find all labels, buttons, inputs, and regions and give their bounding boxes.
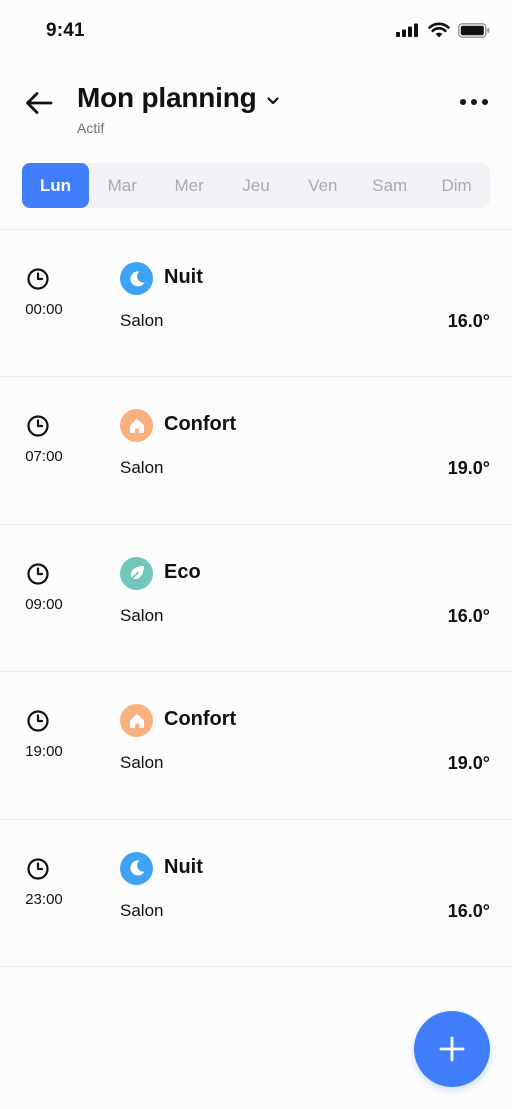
clock-icon	[27, 415, 49, 437]
wifi-icon	[428, 22, 450, 38]
leaf-icon	[120, 556, 153, 590]
day-tab-lun[interactable]: Lun	[22, 163, 89, 208]
back-button[interactable]	[22, 86, 56, 120]
mode-label: Nuit	[164, 855, 203, 878]
cellular-signal-icon	[396, 23, 418, 37]
day-tab-mer[interactable]: Mer	[156, 163, 223, 208]
temperature-value: 16.0°	[447, 605, 490, 626]
home-icon	[120, 409, 153, 443]
schedule-time: 19:00	[25, 743, 63, 761]
add-schedule-button[interactable]	[414, 1011, 490, 1087]
day-tab-dim[interactable]: Dim	[423, 163, 490, 208]
schedule-time: 07:00	[25, 448, 63, 466]
room-label: Salon	[120, 458, 164, 478]
status-icons	[396, 22, 490, 38]
schedule-list: 00:00 Nuit Salon 16.0° 07:00 Confort Sal…	[0, 230, 512, 967]
clock-icon	[27, 268, 49, 290]
schedule-time: 09:00	[25, 595, 63, 613]
mode-label: Confort	[164, 708, 237, 731]
schedule-item[interactable]: 07:00 Confort Salon 19.0°	[0, 377, 512, 525]
mode-label: Eco	[164, 560, 201, 583]
clock-icon	[27, 710, 49, 732]
temperature-value: 19.0°	[447, 753, 490, 774]
day-tab-ven[interactable]: Ven	[289, 163, 356, 208]
clock-icon	[27, 563, 49, 585]
schedule-time: 23:00	[25, 890, 63, 908]
page-title: Mon planning	[77, 82, 257, 113]
more-dot-icon	[482, 99, 488, 105]
arrow-left-icon	[26, 92, 53, 114]
schedule-item[interactable]: 00:00 Nuit Salon 16.0°	[0, 230, 512, 378]
clock-icon	[27, 857, 49, 880]
planning-status: Actif	[77, 120, 105, 136]
home-icon	[120, 704, 153, 738]
plus-icon	[439, 1036, 465, 1062]
more-dot-icon	[471, 99, 477, 105]
mode-label: Confort	[164, 413, 237, 436]
moon-icon	[120, 851, 153, 885]
schedule-item[interactable]: 23:00 Nuit Salon 16.0°	[0, 820, 512, 967]
status-time: 9:41	[46, 20, 85, 41]
room-label: Salon	[120, 753, 164, 773]
battery-icon	[458, 22, 490, 38]
more-options-button[interactable]	[456, 90, 492, 114]
schedule-time: 00:00	[25, 301, 63, 318]
day-tab-jeu[interactable]: Jeu	[223, 163, 290, 208]
mode-label: Nuit	[164, 266, 203, 288]
day-tab-sam[interactable]: Sam	[356, 163, 423, 208]
room-label: Salon	[120, 311, 164, 330]
status-bar: 9:41	[0, 0, 512, 64]
moon-icon	[120, 262, 153, 295]
temperature-value: 16.0°	[447, 311, 490, 331]
day-tab-mar[interactable]: Mar	[89, 163, 156, 208]
schedule-item[interactable]: 19:00 Confort Salon 19.0°	[0, 672, 512, 820]
room-label: Salon	[120, 605, 164, 625]
schedule-item[interactable]: 09:00 Eco Salon 16.0°	[0, 525, 512, 673]
temperature-value: 19.0°	[447, 458, 490, 479]
day-selector: Lun Mar Mer Jeu Ven Sam Dim	[22, 163, 490, 208]
header: Mon planning Actif	[0, 78, 512, 148]
planning-selector[interactable]: Mon planning	[77, 82, 279, 114]
temperature-value: 16.0°	[447, 900, 490, 921]
room-label: Salon	[120, 900, 164, 920]
chevron-down-icon	[266, 97, 279, 105]
more-dot-icon	[460, 99, 466, 105]
